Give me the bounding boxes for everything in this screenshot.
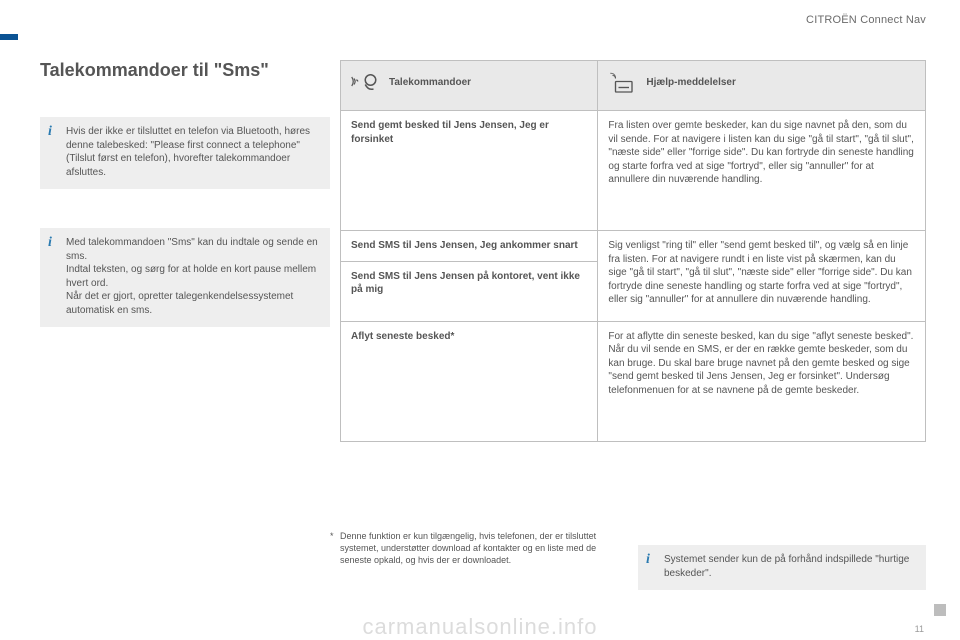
header-help: Hjælp-meddelelser [598, 61, 926, 111]
header-label: Talekommandoer [389, 76, 471, 90]
help-cell: Sig venligst "ring til" eller "send gemt… [598, 231, 926, 322]
footnote: * Denne funktion er kun tilgængelig, hvi… [340, 530, 600, 566]
help-device-icon [608, 69, 638, 97]
info-text: Systemet sender kun de på forhånd indspi… [664, 554, 909, 579]
command-cell: Send SMS til Jens Jensen på kontoret, ve… [341, 261, 598, 321]
info-icon: i [646, 551, 650, 570]
footnote-marker: * [330, 530, 334, 542]
table-row: Send gemt besked til Jens Jensen, Jeg er… [341, 111, 926, 231]
info-box-preset-messages: i Systemet sender kun de på forhånd inds… [638, 545, 926, 590]
manual-page: CITROËN Connect Nav Talekommandoer til "… [0, 0, 960, 640]
header-label: Hjælp-meddelelser [646, 76, 735, 90]
command-cell: Send SMS til Jens Jensen, Jeg ankommer s… [341, 231, 598, 262]
brand-label: CITROËN Connect Nav [806, 14, 926, 26]
footnote-text: Denne funktion er kun tilgængelig, hvis … [340, 531, 596, 565]
voice-commands-table: Talekommandoer [340, 60, 926, 442]
table-row: Send SMS til Jens Jensen, Jeg ankommer s… [341, 231, 926, 262]
command-cell: Send gemt besked til Jens Jensen, Jeg er… [341, 111, 598, 231]
info-icon: i [48, 234, 52, 253]
help-cell: For at aflytte din seneste besked, kan d… [598, 321, 926, 441]
header-commands: Talekommandoer [341, 61, 598, 111]
info-text: Hvis der ikke er tilsluttet en telefon v… [66, 126, 310, 178]
watermark: carmanualsonline.info [0, 614, 960, 640]
page-corner-marker [934, 604, 946, 616]
info-text: Med talekommandoen "Sms" kan du indtale … [66, 237, 318, 316]
accent-bar [0, 34, 18, 40]
help-cell: Fra listen over gemte beskeder, kan du s… [598, 111, 926, 231]
command-cell: Aflyt seneste besked* [341, 321, 598, 441]
table-header-row: Talekommandoer [341, 61, 926, 111]
voice-icon [351, 69, 381, 97]
page-title: Talekommandoer til "Sms" [40, 60, 330, 81]
info-icon: i [48, 123, 52, 142]
table-row: Aflyt seneste besked* For at aflytte din… [341, 321, 926, 441]
page-number: 11 [915, 624, 924, 634]
info-box-bluetooth: i Hvis der ikke er tilsluttet en telefon… [40, 117, 330, 189]
info-box-sms-usage: i Med talekommandoen "Sms" kan du indtal… [40, 228, 330, 327]
